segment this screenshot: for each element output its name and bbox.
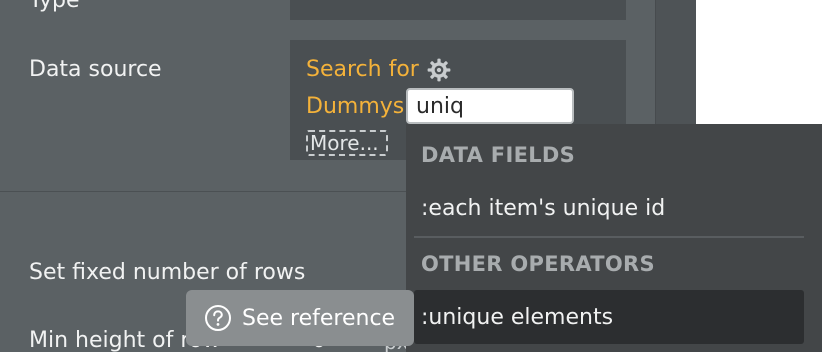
type-label: Type: [29, 0, 80, 13]
fixed-rows-label: Set fixed number of rows: [29, 260, 306, 285]
see-reference-label: See reference: [242, 305, 396, 331]
see-reference-button[interactable]: See reference: [186, 290, 414, 346]
gear-icon[interactable]: [426, 57, 452, 83]
type-field[interactable]: [290, 0, 626, 20]
help-circle-icon: [204, 304, 232, 332]
data-source-label: Data source: [29, 57, 162, 82]
dropdown-separator: [414, 236, 804, 238]
dropdown-header-data-fields: DATA FIELDS: [421, 143, 576, 167]
dropdown-item-unique-elements[interactable]: :unique elements: [421, 305, 613, 330]
dropdown-item-unique-id[interactable]: :each item's unique id: [421, 196, 665, 221]
more-link[interactable]: More...: [306, 130, 388, 156]
expression-search-for[interactable]: Search for: [306, 57, 419, 82]
expression-search-input[interactable]: [406, 88, 574, 124]
dropdown-header-other-operators: OTHER OPERATORS: [421, 252, 655, 276]
expression-type-name[interactable]: Dummys: [306, 94, 404, 119]
